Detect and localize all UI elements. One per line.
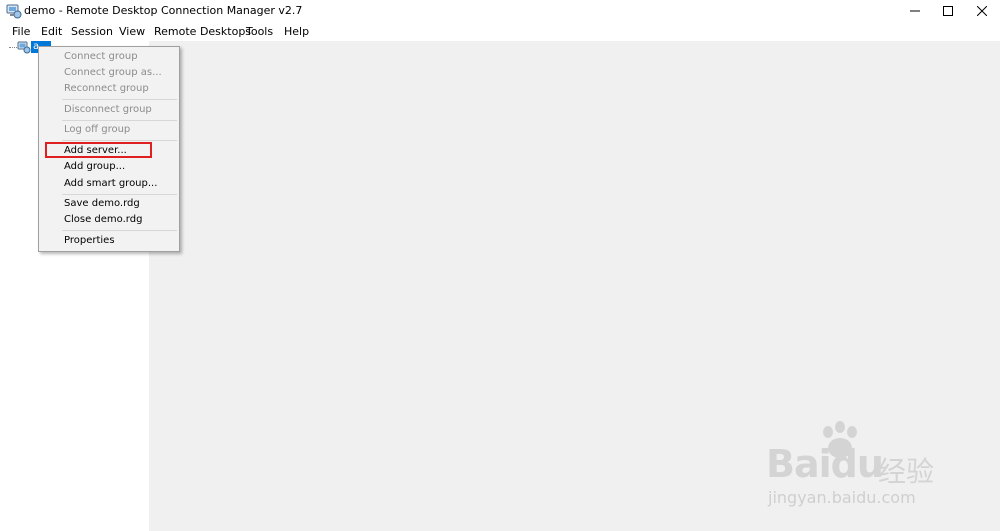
menu-session[interactable]: Session bbox=[71, 25, 113, 39]
menu-item-add-group[interactable]: Add group... bbox=[64, 159, 125, 175]
maximize-button[interactable] bbox=[930, 0, 966, 22]
server-group-icon bbox=[17, 40, 31, 54]
maximize-icon bbox=[943, 6, 953, 16]
close-button[interactable] bbox=[964, 0, 1000, 22]
menu-help[interactable]: Help bbox=[284, 25, 309, 39]
app-window: demo - Remote Desktop Connection Manager… bbox=[0, 0, 1000, 531]
menu-separator bbox=[62, 140, 177, 141]
minimize-button[interactable] bbox=[897, 0, 933, 22]
menu-file[interactable]: File bbox=[12, 25, 30, 39]
tree-connector bbox=[9, 47, 17, 48]
menu-view[interactable]: View bbox=[119, 25, 145, 39]
menu-item-save[interactable]: Save demo.rdg bbox=[64, 196, 140, 212]
menu-item-log-off-group[interactable]: Log off group bbox=[64, 122, 130, 138]
main-content-area bbox=[149, 41, 1000, 531]
menu-remote-desktops[interactable]: Remote Desktops bbox=[154, 25, 251, 39]
menu-item-connect-group-as[interactable]: Connect group as... bbox=[64, 65, 162, 81]
highlight-annotation bbox=[45, 142, 152, 158]
menu-separator bbox=[62, 120, 177, 121]
rdcman-app-icon bbox=[6, 3, 22, 19]
menu-item-connect-group[interactable]: Connect group bbox=[64, 49, 138, 65]
close-icon bbox=[977, 6, 987, 16]
title-bar[interactable]: demo - Remote Desktop Connection Manager… bbox=[0, 0, 1000, 22]
minimize-icon bbox=[910, 6, 920, 16]
menu-item-properties[interactable]: Properties bbox=[64, 233, 115, 249]
menu-item-close[interactable]: Close demo.rdg bbox=[64, 212, 142, 228]
menu-item-reconnect-group[interactable]: Reconnect group bbox=[64, 81, 149, 97]
window-title: demo - Remote Desktop Connection Manager… bbox=[24, 4, 303, 17]
menu-item-disconnect-group[interactable]: Disconnect group bbox=[64, 102, 152, 118]
menu-separator bbox=[62, 99, 177, 100]
menu-edit[interactable]: Edit bbox=[41, 25, 62, 39]
menu-bar: File Edit Session View Remote Desktops T… bbox=[0, 22, 1000, 41]
menu-tools[interactable]: Tools bbox=[246, 25, 273, 39]
menu-separator bbox=[62, 194, 177, 195]
menu-separator bbox=[62, 230, 177, 231]
menu-item-add-smart-group[interactable]: Add smart group... bbox=[64, 176, 157, 192]
